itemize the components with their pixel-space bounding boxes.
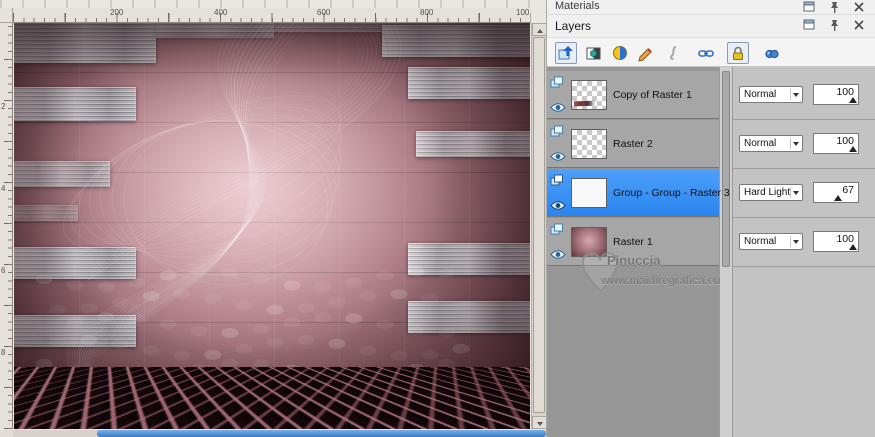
pin-icon[interactable] [828,1,841,13]
opacity-control[interactable]: 67 [813,182,859,203]
chevron-down-icon [793,142,799,146]
ruler-label: 800 [420,8,434,17]
scroll-corner [0,430,13,437]
binoculars-icon[interactable] [761,42,783,64]
chevron-down-icon [793,191,799,195]
new-layer-button[interactable] [555,42,577,64]
layers-palette: Materials Layers Copy of Raster 1 Raster… [546,0,875,437]
perspective-floor [14,367,530,429]
dock-grid-icon[interactable] [803,1,816,13]
blend-mode-dropdown[interactable]: Normal [739,233,803,250]
ruler-vertical: 2 4 6 8 [0,23,13,429]
layer-controls: Normal 100 [733,218,875,267]
link-layers-button[interactable] [695,42,717,64]
layer-row-group-raster-3[interactable]: Group - Group - Raster 3 [547,169,730,217]
scroll-down-button[interactable] [532,416,547,429]
ruler-label: 600 [317,8,331,17]
layer-name: Raster 1 [613,236,653,248]
canvas-vertical-scrollbar[interactable] [531,23,547,429]
materials-title: Materials [555,0,600,12]
opacity-slider-thumb[interactable] [849,97,857,103]
ruler-label: 200 [110,8,124,17]
opacity-slider-thumb[interactable] [849,146,857,152]
canvas-window: 200 400 600 800 100 2 4 6 8 [0,0,547,437]
layers-list: Copy of Raster 1 Raster 2 Group - Group … [547,67,875,437]
ruler-label: 400 [214,8,228,17]
blend-mode-dropdown[interactable]: Hard Light [739,184,803,201]
visibility-eye-icon[interactable] [550,149,566,167]
layer-controls: Normal 100 [733,120,875,169]
visibility-eye-icon[interactable] [550,100,566,118]
canvas-horizontal-scrollbar[interactable] [13,430,546,437]
blend-mode-value: Hard Light [744,187,791,198]
layer-type-icon [550,125,564,143]
app-window: 200 400 600 800 100 2 4 6 8 Materials La… [0,0,875,437]
opacity-control[interactable]: 100 [813,133,859,154]
canvas-image[interactable] [14,23,530,429]
opacity-control[interactable]: 100 [813,84,859,105]
blend-mode-value: Normal [744,138,777,149]
lock-transparency-button[interactable] [727,42,749,64]
layer-name: Copy of Raster 1 [613,89,692,101]
layer-name: Group - Group - Raster 3 [613,187,730,199]
layer-type-icon [550,76,564,94]
blend-mode-dropdown[interactable]: Normal [739,135,803,152]
thumbnail-content [573,100,597,107]
layer-controls: Hard Light 67 [733,169,875,218]
ruler-label: 2 [1,102,6,111]
layers-toolbar [547,37,875,67]
layer-controls: Normal 100 [733,71,875,120]
close-icon[interactable] [853,19,866,31]
ruler-label: 8 [1,348,6,357]
new-adjustment-layer-button[interactable] [609,42,631,64]
horizontal-scroll-thumb[interactable] [97,430,546,437]
ruler-label: 100 [516,8,530,17]
pin-icon[interactable] [828,19,841,31]
layers-list-scrollbar[interactable] [719,67,733,437]
ruler-corner [0,8,13,23]
layer-thumbnail[interactable] [571,227,607,257]
opacity-control[interactable]: 100 [813,231,859,252]
opacity-slider-thumb[interactable] [834,195,843,201]
watermark-site: www.maidiregrafica.eu [601,275,721,287]
layers-title: Layers [555,19,592,33]
blend-mode-value: Normal [744,236,777,247]
toolbar-sliver [0,0,546,8]
chevron-down-icon [793,93,799,97]
script-icon [663,42,685,64]
layer-name: Raster 2 [613,138,653,150]
ruler-label: 4 [1,184,6,193]
dock-window-icon[interactable] [803,19,816,45]
chevron-down-icon [793,240,799,244]
new-mask-layer-button[interactable] [583,42,605,64]
opacity-value: 67 [842,184,854,196]
layer-thumbnail[interactable] [571,178,607,208]
vertical-scroll-thumb[interactable] [533,37,545,413]
layer-type-icon [550,223,564,241]
blend-mode-dropdown[interactable]: Normal [739,86,803,103]
ruler-ticks [0,23,12,429]
materials-titlebar: Materials [547,0,875,15]
visibility-eye-icon[interactable] [550,247,566,265]
layer-row-copy-of-raster-1[interactable]: Copy of Raster 1 [547,71,719,119]
ruler-ticks [13,8,531,22]
ruler-horizontal: 200 400 600 800 100 [13,8,531,23]
edit-selection-button[interactable] [635,42,657,64]
scroll-up-button[interactable] [532,23,547,36]
layers-panel-header[interactable]: Layers [547,15,875,45]
blend-mode-value: Normal [744,89,777,100]
opacity-slider-thumb[interactable] [849,244,857,250]
ruler-label: 6 [1,266,6,275]
layer-thumbnail[interactable] [571,129,607,159]
layer-row-raster-1[interactable]: Raster 1 [547,218,719,266]
layer-group-icon [550,174,564,192]
close-icon[interactable] [853,1,866,13]
layer-row-raster-2[interactable]: Raster 2 [547,120,719,168]
layer-thumbnail[interactable] [571,80,607,110]
visibility-eye-icon[interactable] [550,198,566,216]
list-scroll-thumb[interactable] [722,71,730,267]
